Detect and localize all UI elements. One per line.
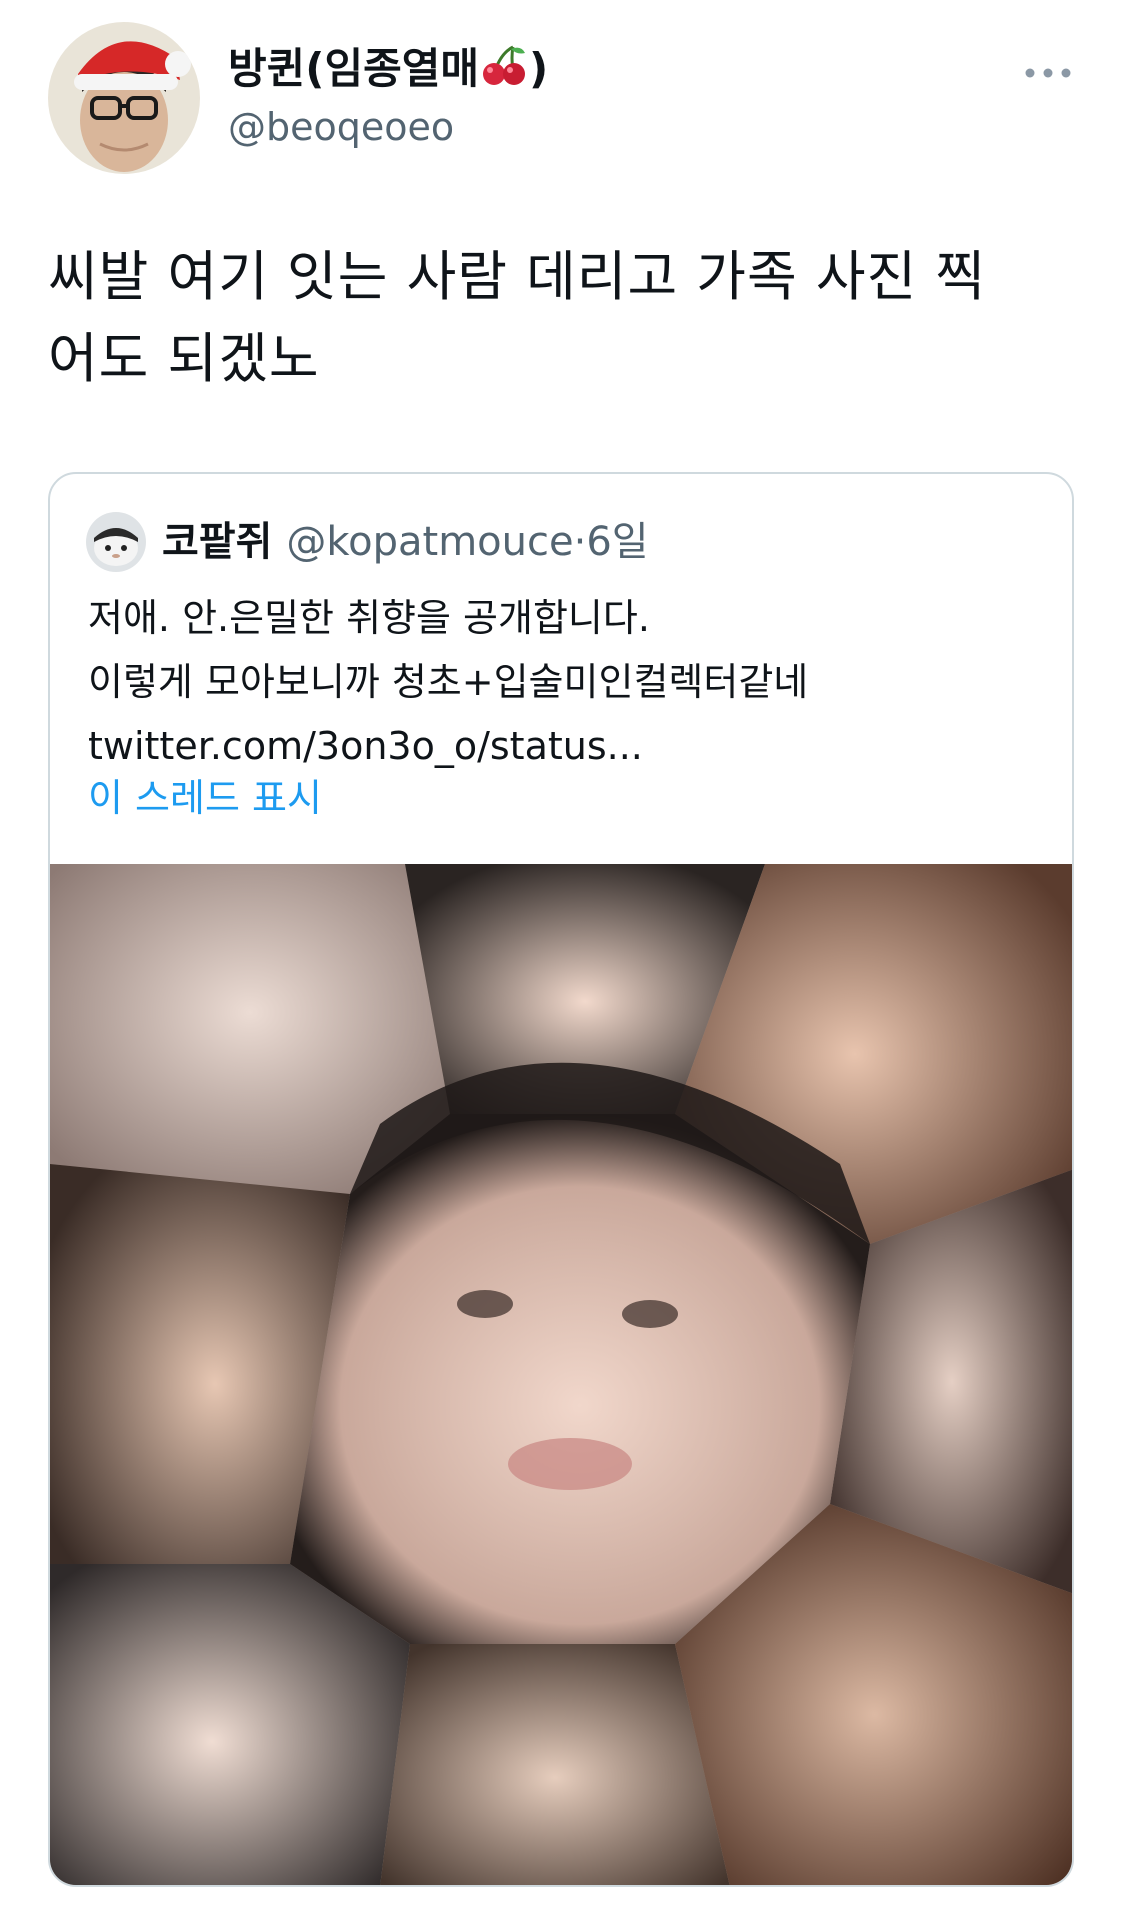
quoted-photo-collage[interactable] xyxy=(50,864,1072,1885)
quoted-author-name[interactable]: 코팥쥐 xyxy=(162,519,272,565)
collage-image xyxy=(50,864,1072,1885)
display-name-suffix: ) xyxy=(529,44,549,93)
quoted-author-avatar[interactable] xyxy=(86,512,146,572)
tweet-text-line: 어도 되겠노 xyxy=(48,327,320,390)
cherries-icon xyxy=(481,43,527,100)
display-name-text: 방퀸(임종열매 xyxy=(228,44,480,93)
more-dots-icon[interactable] xyxy=(1022,58,1074,88)
author-avatar[interactable] xyxy=(48,22,200,174)
tweet-text: 씨발 여기 잇는 사람 데리고 가족 사진 찍 어도 되겠노 xyxy=(48,236,1068,400)
quoted-tweet-header: 코팥쥐 @kopatmouce·6일 xyxy=(162,514,649,570)
author-display-name[interactable]: 방퀸(임종열매) xyxy=(228,42,548,100)
quoted-tweet-text: 저애. 안.은밀한 취향을 공개합니다. 이렇게 모아보니까 청초+입술미인컬렉… xyxy=(88,586,1048,778)
quoted-text-line: 이렇게 모아보니까 청초+입술미인컬렉터같네 xyxy=(88,660,809,704)
author-handle[interactable]: @beoqeoeo xyxy=(228,103,454,151)
quoted-author-handle[interactable]: @kopatmouce xyxy=(286,519,573,565)
separator-dot: · xyxy=(573,519,587,565)
tweet-text-line: 씨발 여기 잇는 사람 데리고 가족 사진 찍 xyxy=(48,245,987,308)
show-thread-link[interactable]: 이 스레드 표시 xyxy=(88,766,322,830)
avatar-image xyxy=(48,22,200,174)
quoted-tweet-time[interactable]: 6일 xyxy=(586,519,648,565)
quoted-text-line: 저애. 안.은밀한 취향을 공개합니다. xyxy=(88,596,650,640)
quoted-tweet-card[interactable]: 코팥쥐 @kopatmouce·6일 저애. 안.은밀한 취향을 공개합니다. 이… xyxy=(48,472,1074,1887)
